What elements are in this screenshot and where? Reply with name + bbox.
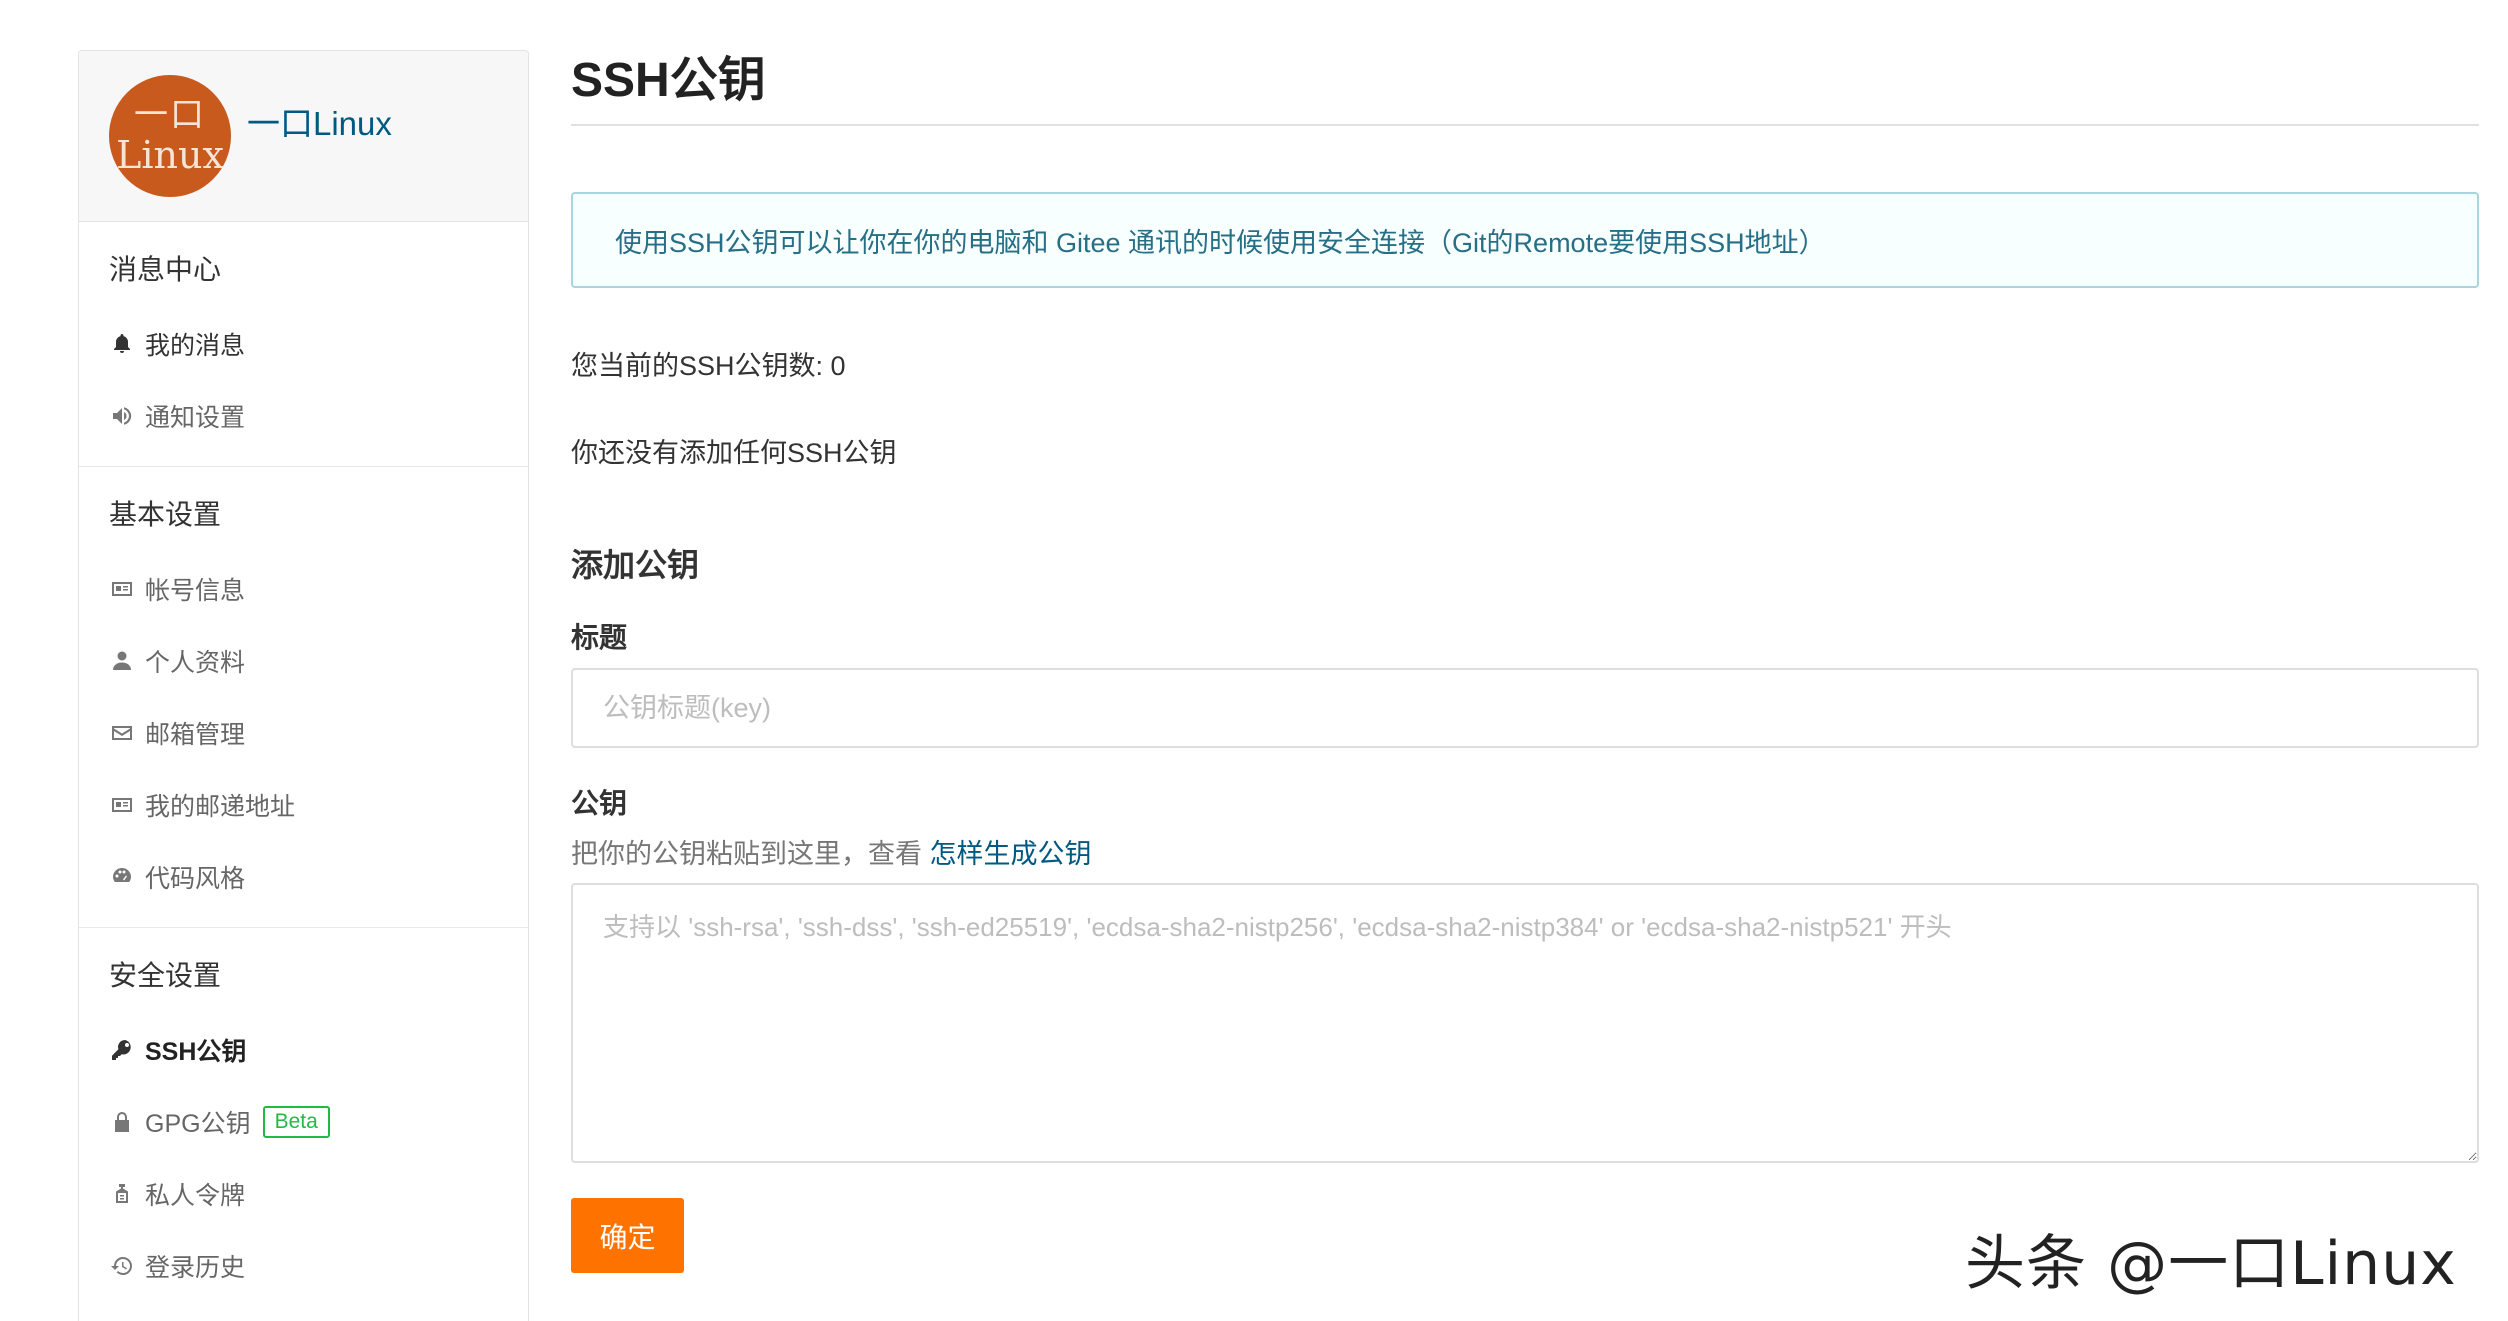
lock-icon (109, 1109, 135, 1135)
main-content: SSH公钥 使用SSH公钥可以让你在你的电脑和 Gitee 通讯的时候使用安全连… (571, 40, 2479, 1273)
bell-icon (109, 331, 135, 357)
sidebar-item-email[interactable]: 邮箱管理 (79, 697, 528, 769)
public-key-textarea[interactable] (571, 883, 2479, 1163)
sidebar-item-label: 私人令牌 (145, 1182, 246, 1210)
key-title-input[interactable] (571, 668, 2479, 748)
speaker-icon (109, 403, 135, 429)
sidebar-item-account-info[interactable]: 帐号信息 (79, 553, 528, 625)
sidebar-item-mailing-address[interactable]: 我的邮递地址 (79, 769, 528, 841)
sidebar-item-profile[interactable]: 个人资料 (79, 625, 528, 697)
page-title: SSH公钥 (571, 40, 2479, 126)
section-security: 安全设置 SSH公钥 GPG公钥 Beta 私人令牌 登录历史 (79, 928, 528, 1316)
profile-header: 一口 Linux 一口Linux (79, 51, 528, 222)
palette-icon (109, 864, 135, 890)
avatar[interactable]: 一口 Linux (109, 75, 231, 197)
section-messages: 消息中心 我的消息 通知设置 (79, 222, 528, 467)
sidebar-item-label: 邮箱管理 (145, 721, 246, 749)
settings-sidebar: 一口 Linux 一口Linux 消息中心 我的消息 通知设置 基本设置 帐号信… (78, 50, 529, 1321)
sidebar-item-label: 帐号信息 (145, 577, 246, 605)
history-icon (109, 1253, 135, 1279)
section-title: 消息中心 (109, 254, 222, 285)
key-icon (109, 1037, 135, 1063)
address-card-icon (109, 792, 135, 818)
key-field-label: 公钥 (571, 788, 628, 819)
sidebar-item-notification-settings[interactable]: 通知设置 (79, 380, 528, 452)
sidebar-item-label: 登录历史 (145, 1254, 246, 1282)
user-icon (109, 648, 135, 674)
sidebar-item-label: 我的消息 (145, 332, 246, 360)
avatar-line2: Linux (116, 133, 224, 177)
sidebar-item-gpg-keys[interactable]: GPG公钥 Beta (79, 1086, 528, 1158)
profile-name[interactable]: 一口Linux (247, 97, 392, 145)
sidebar-item-my-messages[interactable]: 我的消息 (79, 308, 528, 380)
envelope-icon (109, 720, 135, 746)
sidebar-item-label: 个人资料 (145, 649, 246, 677)
how-to-generate-key-link[interactable]: 怎样生成公钥 (930, 839, 1092, 869)
section-title: 基本设置 (109, 499, 222, 530)
sidebar-item-label: 通知设置 (145, 404, 246, 432)
sidebar-item-ssh-keys[interactable]: SSH公钥 (79, 1014, 528, 1086)
sidebar-item-label: 我的邮递地址 (145, 793, 296, 821)
sidebar-item-login-history[interactable]: 登录历史 (79, 1230, 528, 1302)
sidebar-item-label: 代码风格 (145, 865, 246, 893)
key-hint-text: 把你的公钥粘贴到这里，查看 (571, 839, 930, 869)
key-hint: 把你的公钥粘贴到这里，查看 怎样生成公钥 (571, 832, 2479, 871)
watermark: 头条 @一口Linux (1965, 1229, 2457, 1299)
key-count-text: 您当前的SSH公钥数: 0 (571, 351, 846, 381)
sidebar-item-personal-tokens[interactable]: 私人令牌 (79, 1158, 528, 1230)
submit-button[interactable]: 确定 (571, 1198, 684, 1273)
avatar-line1: 一口 (134, 95, 206, 135)
section-title: 安全设置 (109, 960, 222, 991)
beta-badge: Beta (262, 1106, 330, 1138)
info-message: 使用SSH公钥可以让你在你的电脑和 Gitee 通讯的时候使用安全连接（Git的… (571, 192, 2479, 288)
token-icon (109, 1181, 135, 1207)
empty-keys-text: 你还没有添加任何SSH公钥 (571, 438, 897, 468)
add-key-heading: 添加公钥 (571, 547, 700, 583)
id-card-icon (109, 576, 135, 602)
sidebar-item-code-style[interactable]: 代码风格 (79, 841, 528, 913)
sidebar-item-label: SSH公钥 (145, 1038, 247, 1066)
section-basic: 基本设置 帐号信息 个人资料 邮箱管理 我的邮递地址 代码风格 (79, 467, 528, 928)
sidebar-item-label: GPG公钥 (145, 1110, 251, 1138)
title-field-label: 标题 (571, 622, 628, 653)
